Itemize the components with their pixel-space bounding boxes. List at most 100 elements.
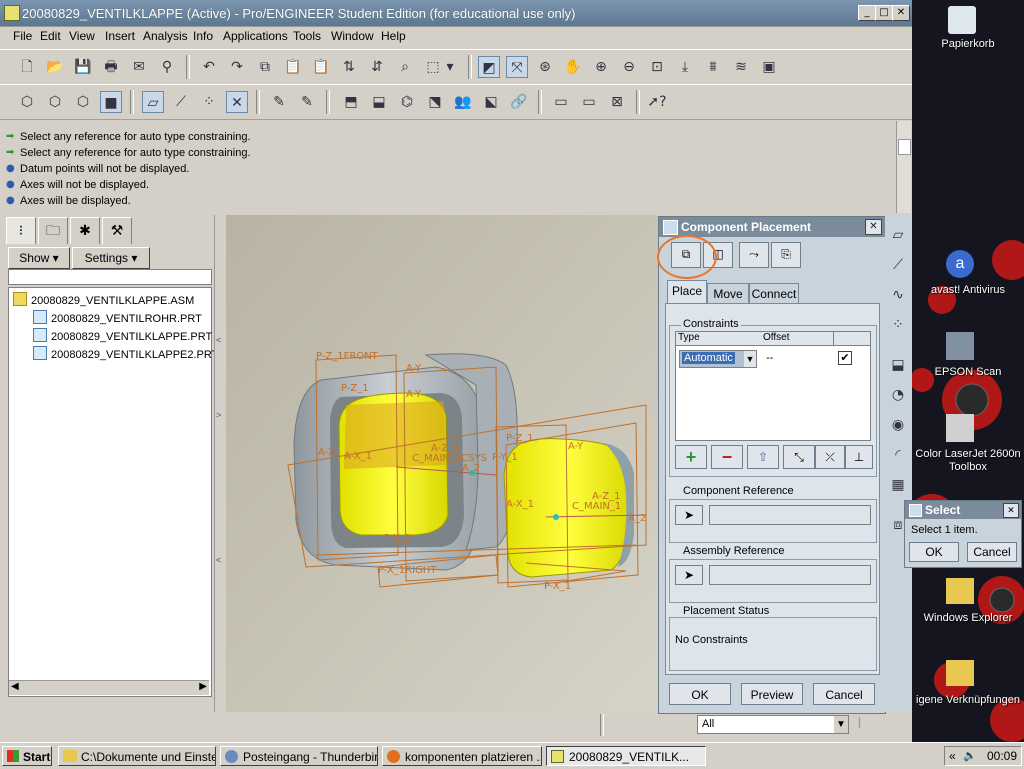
select-cursor-icon[interactable]: ➤ [675, 565, 703, 585]
datum-planes-icon[interactable]: ▱ [142, 91, 164, 113]
windows-explorer-icon[interactable] [946, 578, 974, 604]
zoom-in-icon[interactable]: ⊕ [590, 56, 612, 78]
constraint-type-select[interactable]: Automatic ▼ [679, 350, 757, 368]
start-button[interactable]: Start [2, 746, 52, 766]
datum-axis-tool-icon[interactable]: ⟋ [887, 254, 909, 276]
repeat-button[interactable]: ⎘ [771, 242, 801, 268]
no-hidden-icon[interactable]: ⬡ [72, 91, 94, 113]
align-button[interactable]: ⊥ [845, 445, 873, 469]
hole-tool-icon[interactable]: ◉ [887, 414, 909, 436]
minimize-button[interactable]: _ [858, 5, 876, 21]
panel-sash[interactable]: < > < [214, 215, 225, 712]
remove-constraint-button[interactable]: − [711, 445, 743, 469]
message-scrollbar[interactable] [896, 121, 911, 213]
select-box-icon[interactable]: ⬚ [422, 56, 444, 78]
filter-select[interactable]: All ▼ [697, 715, 849, 734]
orient-icon[interactable]: ⊛ [534, 56, 556, 78]
preview-button[interactable]: Preview [741, 683, 803, 705]
scroll-thumb[interactable] [898, 139, 911, 155]
undo-icon[interactable]: ↶ [198, 56, 220, 78]
window-close-icon[interactable]: ⊠ [606, 91, 628, 113]
folder-browser-icon[interactable]: ⬕ [480, 91, 502, 113]
tree-item-prt[interactable]: 20080829_VENTILROHR.PRT [33, 310, 202, 325]
package-button[interactable]: ⤳ [739, 242, 769, 268]
open-folder-icon[interactable]: 📂 [44, 56, 66, 78]
coordinate-system-button[interactable]: ⤡ [783, 445, 815, 469]
pattern-tool-icon[interactable]: ▦ [887, 474, 909, 496]
tab-move[interactable]: Move [707, 283, 749, 304]
sash-arrow-icon[interactable]: > [216, 410, 221, 420]
menu-help[interactable]: Help [376, 27, 411, 45]
recycle-bin-icon[interactable] [948, 6, 976, 34]
filter-options-icon[interactable]: ⦚ [858, 716, 861, 732]
folder-icon[interactable] [946, 660, 974, 686]
add-constraint-button[interactable]: + [675, 445, 707, 469]
cancel-button[interactable]: Cancel [813, 683, 875, 705]
view-manager-icon[interactable]: ▣ [758, 56, 780, 78]
desktop-icon-label[interactable]: EPSON Scan [912, 366, 1024, 378]
chevron-down-icon[interactable]: ▼ [744, 351, 756, 367]
model-tree-icon[interactable]: ⬒ [340, 91, 362, 113]
annotation-icon[interactable]: ✎ [268, 91, 290, 113]
graphics-window[interactable]: P-Z_1FRONT P-Z_1 A-Y A-Y A-X A-X_1 A-Z_1… [226, 215, 658, 712]
relations-icon[interactable]: ⬓ [368, 91, 390, 113]
annotation2-icon[interactable]: ✎ [296, 91, 318, 113]
regenerate-icon[interactable]: ⇅ [338, 56, 360, 78]
reorient-icon[interactable]: ⤓ [674, 56, 696, 78]
csys-icon[interactable]: ✕ [226, 91, 248, 113]
tab-place[interactable]: Place [667, 280, 707, 304]
offset-value[interactable]: -- [766, 352, 773, 364]
pan-icon[interactable]: ✋ [562, 56, 584, 78]
sketch-icon[interactable]: ◩ [478, 56, 500, 78]
refit-icon[interactable]: ⊡ [646, 56, 668, 78]
menu-insert[interactable]: Insert [100, 27, 140, 45]
desktop-icon-label[interactable]: igene Verknüpfungen [912, 694, 1024, 706]
copy-icon[interactable]: ⧉ [254, 56, 276, 78]
datum-axes-icon[interactable]: ⟋ [170, 91, 192, 113]
assembly-reference-field[interactable] [709, 565, 871, 585]
find-icon[interactable]: ⌕ [394, 56, 416, 78]
desktop-icon-label[interactable]: Color LaserJet 2600n Toolbox [912, 448, 1024, 474]
tree-item-prt[interactable]: 20080829_VENTILKLAPPE.PRT [33, 328, 212, 343]
select-cancel-button[interactable]: Cancel [967, 542, 1017, 562]
hidden-line-icon[interactable]: ⬡ [44, 91, 66, 113]
desktop-icon-label[interactable]: avast! Antivirus [912, 284, 1024, 296]
close-icon[interactable]: ✕ [865, 219, 882, 235]
desktop-icon-label[interactable]: Windows Explorer [912, 612, 1024, 624]
params-icon[interactable]: ⌬ [396, 91, 418, 113]
epson-scan-icon[interactable] [946, 332, 974, 360]
datum-plane-tool-icon[interactable]: ▱ [887, 224, 909, 246]
avast-icon[interactable]: a [946, 250, 974, 278]
model-tree-tab-icon[interactable]: ⁝ [6, 217, 36, 244]
saved-views-icon[interactable]: ⩩ [702, 56, 724, 78]
component-reference-field[interactable] [709, 505, 871, 525]
spin-center-icon[interactable]: ⤧ [506, 56, 528, 78]
round-tool-icon[interactable]: ◜ [887, 444, 909, 466]
taskbar-item-firefox[interactable]: komponenten platzieren ... [382, 746, 542, 766]
print-icon[interactable]: 🖶 [100, 56, 122, 78]
constraint-enabled-checkbox[interactable]: ✔ [838, 351, 852, 365]
settings-dropdown[interactable]: Settings ▾ [72, 247, 150, 269]
window-activate-icon[interactable]: ▭ [578, 91, 600, 113]
menu-tools[interactable]: Tools [288, 27, 326, 45]
datum-curve-tool-icon[interactable]: ∿ [887, 284, 909, 306]
regen-manager-icon[interactable]: ⇵ [366, 56, 388, 78]
scroll-left-icon[interactable]: ◀ [11, 681, 19, 692]
speaker-icon[interactable]: 🔈 [963, 749, 977, 762]
desktop-icon-label[interactable]: Papierkorb [912, 38, 1024, 50]
sash-arrow-icon[interactable]: < [216, 335, 221, 345]
taskbar-item-explorer[interactable]: C:\Dokumente und Einste... [58, 746, 216, 766]
select-cursor-icon[interactable]: ➤ [675, 505, 703, 525]
tree-item-prt[interactable]: 20080829_VENTILKLAPPE2.PRT [33, 346, 218, 361]
menu-window[interactable]: Window [326, 27, 379, 45]
select-dropdown-icon[interactable]: ▾ [444, 56, 456, 78]
close-button[interactable]: ✕ [892, 5, 910, 21]
info-icon[interactable]: ⬔ [424, 91, 446, 113]
chevron-down-icon[interactable]: ▼ [834, 716, 848, 733]
history-tab-icon[interactable]: ⚒ [102, 217, 132, 244]
taskbar-item-proe[interactable]: 20080829_VENTILK... [546, 746, 706, 766]
paste-special-icon[interactable]: 📋 [310, 56, 332, 78]
menu-view[interactable]: View [64, 27, 100, 45]
maximize-button[interactable]: □ [875, 5, 893, 21]
wireframe-icon[interactable]: ⬡ [16, 91, 38, 113]
